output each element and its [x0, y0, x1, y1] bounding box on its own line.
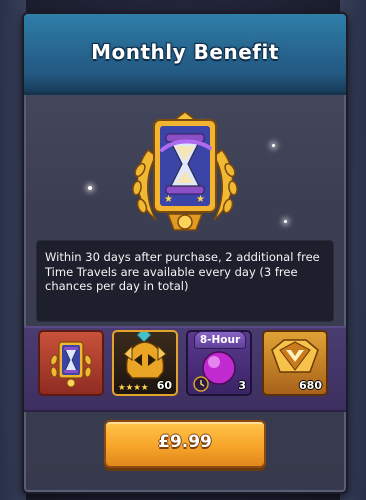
- svg-text:★★★★: ★★★★: [118, 383, 149, 393]
- reward-purple-orb-timer[interactable]: 8-Hour 3: [186, 330, 252, 396]
- price-label: £9.99: [158, 432, 212, 452]
- svg-text:★: ★: [164, 194, 173, 205]
- reward-quantity: 60: [156, 379, 172, 392]
- sparkle-icon: [272, 144, 275, 147]
- svg-text:★: ★: [196, 194, 205, 205]
- dialog-header: Monthly Benefit: [24, 14, 346, 95]
- reward-quantity: 3: [238, 379, 246, 392]
- description-box: Within 30 days after purchase, 2 additio…: [36, 240, 334, 322]
- purchase-button[interactable]: £9.99: [104, 420, 266, 468]
- time-travel-card-icon: [50, 341, 92, 388]
- sparkle-icon: [284, 220, 287, 223]
- hourglass-emblem-icon: ★ ★: [132, 111, 238, 231]
- sparkle-icon: [88, 186, 92, 190]
- dialog-title: Monthly Benefit: [91, 40, 279, 64]
- reward-quantity: 680: [299, 379, 322, 392]
- reward-golden-helmet-hero[interactable]: ★★★★ 60: [112, 327, 178, 396]
- benefit-description: Within 30 days after purchase, 2 additio…: [45, 250, 320, 293]
- reward-gold-gem-chest[interactable]: 680: [262, 330, 328, 396]
- reward-time-travel-card[interactable]: [38, 330, 104, 396]
